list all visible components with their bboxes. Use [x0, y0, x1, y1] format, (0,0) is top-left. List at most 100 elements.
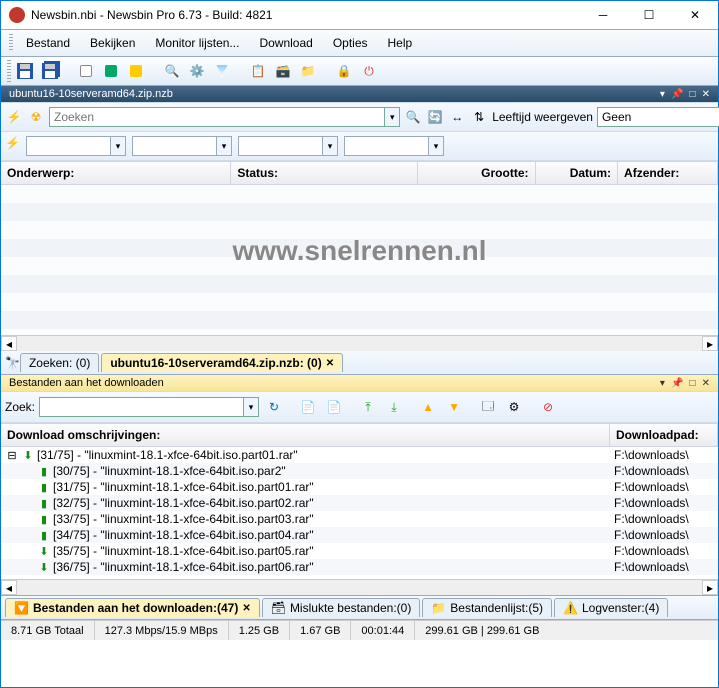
add-list-button[interactable]: 📋 — [247, 60, 269, 82]
panel-max-icon[interactable]: □ — [690, 89, 696, 100]
download-search-input[interactable] — [39, 397, 243, 417]
col-status[interactable]: Status: — [231, 162, 418, 184]
menu-bekijken[interactable]: Bekijken — [82, 34, 143, 52]
move-bottom-button[interactable]: ⤓ — [383, 396, 405, 418]
download-list[interactable]: ⊟⬇ [31/75] - "linuxmint-18.1-xfce-64bit.… — [1, 447, 718, 579]
download-row[interactable]: ▮[31/75] - "linuxmint-18.1-xfce-64bit.is… — [1, 479, 718, 495]
tab-ubuntu[interactable]: ubuntu16-10serveramd64.zip.nzb: (0)✕ — [101, 353, 343, 372]
download-row[interactable]: ▮[32/75] - "linuxmint-18.1-xfce-64bit.is… — [1, 495, 718, 511]
row-desc: ▮[33/75] - "linuxmint-18.1-xfce-64bit.is… — [5, 512, 614, 526]
panel-menu-icon[interactable]: ▾ — [660, 89, 665, 100]
search-dropdown-button[interactable]: ▾ — [384, 107, 400, 127]
scroll-right-button[interactable]: ▸ — [702, 336, 718, 351]
filter-4[interactable]: ▾ — [344, 136, 444, 156]
statusbar: 8.71 GB Totaal 127.3 Mbps/15.9 MBps 1.25… — [1, 620, 718, 640]
tab-filelist[interactable]: 📁 Bestandenlijst:(5) — [422, 598, 552, 617]
power-button[interactable]: ⏻ — [358, 60, 380, 82]
list1-button[interactable]: 📄 — [297, 396, 319, 418]
tab-failed[interactable]: 🗃 Mislukte bestanden:(0) — [262, 598, 421, 617]
close-button[interactable]: ✕ — [672, 1, 718, 29]
dl-panel-max-icon[interactable]: □ — [690, 378, 696, 389]
add-group-button[interactable]: 📁 — [297, 60, 319, 82]
search-tool-button[interactable]: 🔍 — [161, 60, 183, 82]
panel-close-icon[interactable]: ✕ — [702, 89, 710, 100]
row-desc: ▮[32/75] - "linuxmint-18.1-xfce-64bit.is… — [5, 496, 614, 510]
dl-scroll-right[interactable]: ▸ — [702, 580, 718, 595]
panel-pin-icon[interactable]: 📌 — [671, 89, 683, 100]
action1-button[interactable]: 🗔 — [477, 396, 499, 418]
settings-button[interactable]: ⚙️ — [186, 60, 208, 82]
refresh-button[interactable]: ↻ — [263, 396, 285, 418]
col-dl-desc[interactable]: Download omschrijvingen: — [1, 424, 610, 446]
dl-panel-pin-icon[interactable]: 📌 — [671, 378, 683, 389]
col-grootte[interactable]: Grootte: — [418, 162, 535, 184]
col-dl-path[interactable]: Downloadpad: — [610, 424, 718, 446]
menubar-grip[interactable] — [9, 34, 13, 52]
search-input[interactable] — [49, 107, 384, 127]
dl-panel-menu-icon[interactable]: ▾ — [660, 378, 665, 389]
tab-close-icon[interactable]: ✕ — [242, 603, 250, 614]
radiation-icon[interactable]: ☢ — [27, 108, 45, 126]
menu-download[interactable]: Download — [251, 34, 320, 52]
list2-button[interactable]: 📄 — [323, 396, 345, 418]
dl-search-dropdown[interactable]: ▾ — [243, 397, 259, 417]
titlebar: Newsbin.nbi - Newsbin Pro 6.73 - Build: … — [1, 1, 718, 29]
delete-button[interactable]: ⊘ — [537, 396, 559, 418]
download-row[interactable]: ▮[34/75] - "linuxmint-18.1-xfce-64bit.is… — [1, 527, 718, 543]
tab-zoeken[interactable]: Zoeken: (0) — [20, 353, 99, 372]
col-datum[interactable]: Datum: — [536, 162, 619, 184]
warning-button[interactable] — [125, 60, 147, 82]
download-row[interactable]: ⊟⬇ [31/75] - "linuxmint-18.1-xfce-64bit.… — [1, 447, 718, 463]
download-icon[interactable]: ↔ — [448, 108, 466, 126]
dl-scroll-left[interactable]: ◂ — [1, 580, 17, 595]
search-toolbar: ⚡ ☢ ▾ 🔍 🔄 ↔ ⇅ Leeftijd weergeven ▾ — [1, 102, 718, 132]
lock-button[interactable]: 🔒 — [333, 60, 355, 82]
filter-2[interactable]: ▾ — [132, 136, 232, 156]
grid-scrollbar[interactable]: ◂ ▸ — [1, 335, 718, 351]
menubar: Bestand Bekijken Monitor lijsten... Down… — [1, 29, 718, 57]
download-row[interactable]: ▮[33/75] - "linuxmint-18.1-xfce-64bit.is… — [1, 511, 718, 527]
failed-icon: 🗃 — [271, 601, 286, 615]
age-select[interactable] — [597, 107, 719, 127]
maximize-button[interactable]: ☐ — [626, 1, 672, 29]
download-row[interactable]: ⬇[35/75] - "linuxmint-18.1-xfce-64bit.is… — [1, 543, 718, 559]
minimize-button[interactable]: ─ — [580, 1, 626, 29]
sort-icon[interactable]: ⇅ — [470, 108, 488, 126]
download-row[interactable]: ▮[30/75] - "linuxmint-18.1-xfce-64bit.is… — [1, 463, 718, 479]
monitor-button[interactable] — [100, 60, 122, 82]
action2-button[interactable]: ⚙ — [503, 396, 525, 418]
tab-close-icon[interactable]: ✕ — [326, 358, 334, 369]
save-button[interactable] — [14, 60, 36, 82]
tab-downloads[interactable]: 🔽 Bestanden aan het downloaden:(47) ✕ — [5, 598, 260, 617]
toolbar-grip[interactable] — [7, 60, 11, 82]
bolt-icon-2[interactable]: ⚡ — [5, 136, 20, 156]
dl-panel-close-icon[interactable]: ✕ — [702, 378, 710, 389]
grid-body[interactable]: www.snelrennen.nl — [1, 185, 718, 335]
filter-1[interactable]: ▾ — [26, 136, 126, 156]
col-onderwerp[interactable]: Onderwerp: — [1, 162, 231, 184]
folder-icon: 📁 — [431, 601, 446, 615]
move-top-button[interactable]: ⤒ — [357, 396, 379, 418]
menu-monitor[interactable]: Monitor lijsten... — [147, 34, 247, 52]
filter-button[interactable] — [211, 60, 233, 82]
save-all-button[interactable] — [39, 60, 61, 82]
row-path: F:\downloads\ — [614, 464, 714, 478]
search-icon[interactable]: 🔍 — [404, 108, 422, 126]
app-icon — [9, 7, 25, 23]
filter-3[interactable]: ▾ — [238, 136, 338, 156]
scroll-left-button[interactable]: ◂ — [1, 336, 17, 351]
list-button[interactable] — [75, 60, 97, 82]
row-desc: ▮[34/75] - "linuxmint-18.1-xfce-64bit.is… — [5, 528, 614, 542]
col-afzender[interactable]: Afzender: — [618, 162, 718, 184]
tab-log[interactable]: ⚠️ Logvenster:(4) — [554, 598, 668, 617]
download-row[interactable]: ⬇[36/75] - "linuxmint-18.1-xfce-64bit.is… — [1, 559, 718, 575]
menu-help[interactable]: Help — [380, 34, 421, 52]
add-server-button[interactable]: 🗃️ — [272, 60, 294, 82]
bolt-icon[interactable]: ⚡ — [5, 108, 23, 126]
move-down-button[interactable]: ▼ — [443, 396, 465, 418]
menu-opties[interactable]: Opties — [325, 34, 376, 52]
menu-bestand[interactable]: Bestand — [18, 34, 78, 52]
move-up-button[interactable]: ▲ — [417, 396, 439, 418]
dl-scrollbar[interactable]: ◂ ▸ — [1, 579, 718, 595]
refresh-headers-icon[interactable]: 🔄 — [426, 108, 444, 126]
